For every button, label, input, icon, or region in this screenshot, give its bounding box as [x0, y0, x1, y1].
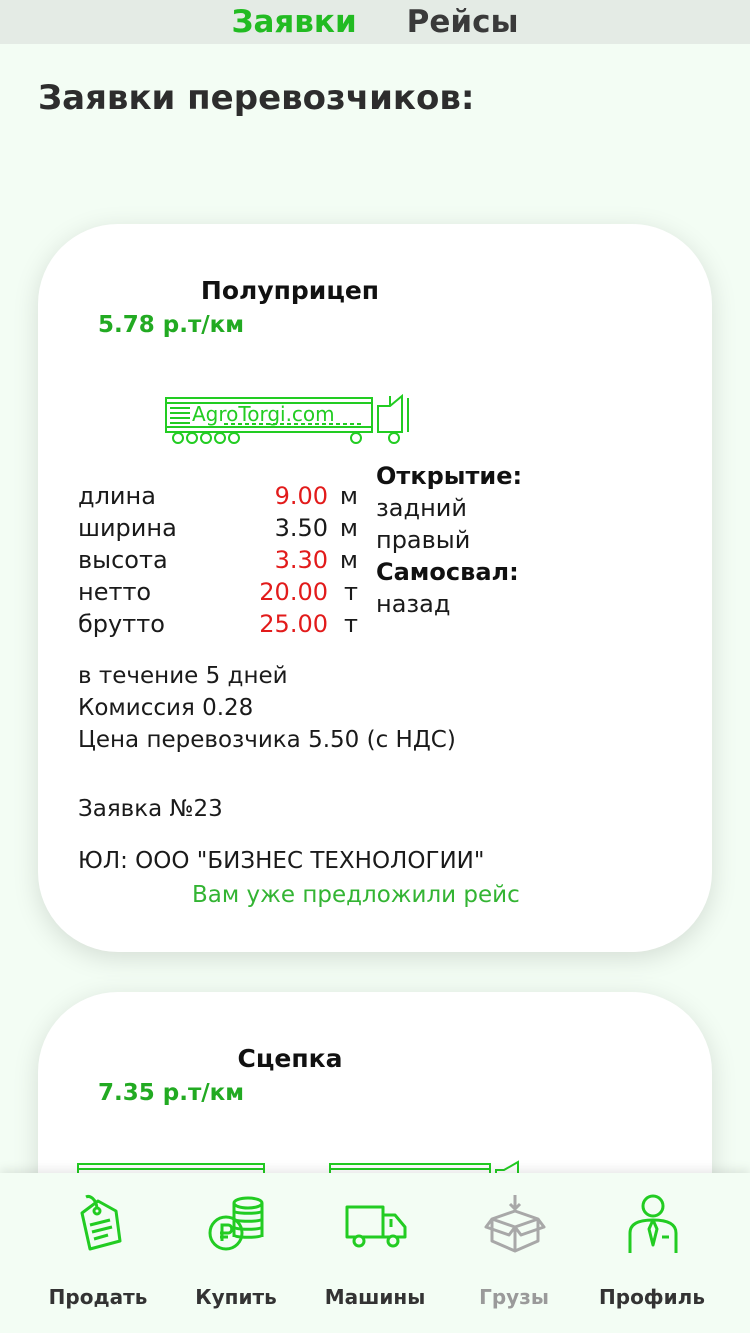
- nav-sell[interactable]: Продать: [23, 1193, 173, 1313]
- carrier-price: Цена перевозчика 5.50 (с НДС): [78, 727, 456, 753]
- logo-text: AgroTorgi.com: [192, 402, 335, 426]
- dimensions-table: длина 9.00 м ширина 3.50 м высота 3.30 м…: [78, 480, 358, 640]
- dim-length: длина 9.00 м: [78, 482, 358, 510]
- rate-per-km: 7.35 р.т/км: [98, 1080, 245, 1106]
- dim-net: нетто 20.00 т: [78, 578, 358, 606]
- term: в течение 5 дней: [78, 663, 288, 689]
- nav-buy[interactable]: Купить: [161, 1193, 311, 1313]
- tag-icon: [80, 1195, 122, 1251]
- box-icon: [484, 1195, 546, 1253]
- trailer-type: Сцепка: [237, 1044, 343, 1073]
- person-icon: [628, 1194, 678, 1253]
- order-number: Заявка №23: [78, 796, 223, 822]
- tab-requests[interactable]: Заявки: [231, 0, 356, 44]
- top-tab-bar: Заявки Рейсы: [0, 0, 750, 44]
- rate-per-km: 5.78 р.т/км: [98, 312, 245, 338]
- dim-height: высота 3.30 м: [78, 546, 358, 574]
- page-title: Заявки перевозчиков:: [38, 78, 475, 118]
- opening-label: Открытие:: [376, 462, 523, 490]
- dump-label: Самосвал:: [376, 558, 519, 586]
- opening-info: Открытие: задний правый Самосвал: назад: [376, 460, 522, 620]
- nav-vehicles[interactable]: Машины: [300, 1193, 450, 1313]
- semi-trailer-truck-icon: AgroTorgi.com: [165, 394, 409, 444]
- dim-gross: брутто 25.00 т: [78, 610, 358, 638]
- commission: Комиссия 0.28: [78, 695, 254, 721]
- company-name: ЮЛ: ООО "БИЗНЕС ТЕХНОЛОГИИ": [78, 848, 485, 874]
- opening-value-right: правый: [376, 526, 471, 554]
- offered-status: Вам уже предложили рейс: [192, 882, 520, 908]
- request-info: в течение 5 дней Комиссия 0.28 Цена пере…: [78, 660, 456, 756]
- nav-cargo[interactable]: Грузы: [439, 1193, 589, 1313]
- dim-width: ширина 3.50 м: [78, 514, 358, 542]
- request-card[interactable]: Полуприцеп 5.78 р.т/км AgroTorgi.com дли…: [38, 224, 712, 952]
- bottom-navigation: Продать Купить Машины Грузы Профиль: [0, 1173, 750, 1333]
- trailer-type: Полуприцеп: [200, 276, 380, 305]
- opening-value-rear: задний: [376, 494, 467, 522]
- tab-trips[interactable]: Рейсы: [407, 0, 519, 44]
- truck-icon: [345, 1205, 407, 1248]
- coins-icon: [208, 1196, 264, 1251]
- dump-value: назад: [376, 590, 451, 618]
- nav-profile[interactable]: Профиль: [577, 1193, 727, 1313]
